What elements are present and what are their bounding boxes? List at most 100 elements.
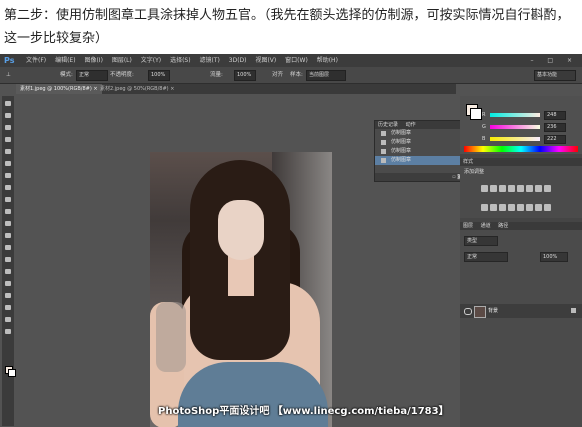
blue-label: B xyxy=(482,136,486,142)
posterize-icon[interactable] xyxy=(517,204,524,211)
workspace-select[interactable]: 基本功能 xyxy=(534,70,576,81)
history-panel-tabs: 历史记录 动作 xyxy=(375,121,467,129)
zoom-tool-icon[interactable] xyxy=(4,328,12,336)
layer-thumbnail xyxy=(474,306,486,318)
green-track[interactable] xyxy=(490,125,540,129)
lasso-tool-icon[interactable] xyxy=(4,124,12,132)
menu-file[interactable]: 文件(F) xyxy=(26,57,46,64)
brush-tool-icon[interactable] xyxy=(4,184,12,192)
lock-icon xyxy=(571,308,576,313)
pen-tool-icon[interactable] xyxy=(4,268,12,276)
menu-view[interactable]: 视图(V) xyxy=(255,57,276,64)
color-balance-icon[interactable] xyxy=(535,185,542,192)
history-item-label: 仿制图章 xyxy=(391,148,412,154)
adjustments-panel: 样式 添加调整 xyxy=(460,158,582,218)
tab-history[interactable]: 历史记录 xyxy=(378,122,398,128)
color-spectrum[interactable] xyxy=(464,146,578,152)
stamp-icon xyxy=(381,158,386,163)
menu-edit[interactable]: 编辑(E) xyxy=(55,57,75,64)
red-track[interactable] xyxy=(490,113,540,117)
flow-label: 流量: xyxy=(210,72,223,78)
healing-tool-icon[interactable] xyxy=(4,172,12,180)
layer-row-background[interactable]: 背景 xyxy=(460,304,582,318)
vibrance-icon[interactable] xyxy=(517,185,524,192)
clone-stamp-icon[interactable]: ⊥ xyxy=(6,67,11,83)
visibility-eye-icon[interactable] xyxy=(464,308,472,315)
eyedropper-tool-icon[interactable] xyxy=(4,160,12,168)
curves-icon[interactable] xyxy=(499,185,506,192)
photo-neck xyxy=(228,256,254,296)
path-select-tool-icon[interactable] xyxy=(4,292,12,300)
menu-help[interactable]: 帮助(H) xyxy=(317,57,338,64)
photo-filter-icon[interactable] xyxy=(481,204,488,211)
levels-icon[interactable] xyxy=(490,185,497,192)
threshold-icon[interactable] xyxy=(526,204,533,211)
hand-tool-icon[interactable] xyxy=(4,316,12,324)
tab-document-1[interactable]: 素材1.jpeg @ 100%(RGB/8#) × xyxy=(16,84,102,94)
adjustments-title: 添加调整 xyxy=(464,169,485,175)
hue-icon[interactable] xyxy=(526,185,533,192)
document-canvas[interactable] xyxy=(150,152,332,427)
history-brush-tool-icon[interactable] xyxy=(4,208,12,216)
menu-image[interactable]: 图像(I) xyxy=(84,57,102,64)
mode-select[interactable]: 正常 xyxy=(76,70,108,81)
adjustments-tab[interactable]: 样式 xyxy=(460,158,582,166)
tab-document-2[interactable]: 素材2.jpeg @ 50%(RGB/8#) × xyxy=(96,84,178,94)
bw-icon[interactable] xyxy=(544,185,551,192)
panel-background-swatch[interactable] xyxy=(470,108,482,120)
layer-kind-filter[interactable]: 类型 xyxy=(464,236,498,246)
history-footer-icons[interactable]: ▫ ◙ ▪ xyxy=(375,173,467,181)
history-item-label: 仿制图章 xyxy=(391,157,412,163)
layer-opacity-field[interactable]: 100% xyxy=(540,252,568,262)
menu-layer[interactable]: 图层(L) xyxy=(112,57,132,64)
opacity-field[interactable]: 100% xyxy=(148,70,170,81)
tab-paths[interactable]: 路径 xyxy=(498,223,508,229)
layers-panel-tabs: 图层 通道 路径 xyxy=(460,222,582,230)
dodge-tool-icon[interactable] xyxy=(4,256,12,264)
lookup-icon[interactable] xyxy=(499,204,506,211)
quick-select-tool-icon[interactable] xyxy=(4,136,12,144)
blue-track[interactable] xyxy=(490,137,540,141)
exposure-icon[interactable] xyxy=(508,185,515,192)
tab-actions[interactable]: 动作 xyxy=(406,122,416,128)
invert-icon[interactable] xyxy=(508,204,515,211)
channel-mixer-icon[interactable] xyxy=(490,204,497,211)
color-panel: R 248 G 236 B 222 xyxy=(460,96,582,154)
sample-select[interactable]: 当前图层 xyxy=(306,70,346,81)
history-item[interactable]: 仿制图章 xyxy=(375,129,467,138)
brightness-icon[interactable] xyxy=(481,185,488,192)
background-color-swatch[interactable] xyxy=(8,369,16,377)
green-value[interactable]: 236 xyxy=(544,123,566,132)
move-tool-icon[interactable] xyxy=(4,100,12,108)
mode-label: 模式: xyxy=(60,72,73,78)
blend-mode-select[interactable]: 正常 xyxy=(464,252,508,262)
aligned-checkbox[interactable]: 对齐 xyxy=(272,67,283,83)
menu-3d[interactable]: 3D(D) xyxy=(229,57,247,64)
gradient-map-icon[interactable] xyxy=(535,204,542,211)
blue-value[interactable]: 222 xyxy=(544,135,566,144)
tab-layers[interactable]: 图层 xyxy=(463,223,473,229)
flow-field[interactable]: 100% xyxy=(234,70,256,81)
ps-logo: Ps xyxy=(4,56,15,65)
selective-color-icon[interactable] xyxy=(544,204,551,211)
history-item[interactable]: 仿制图章 xyxy=(375,138,467,147)
red-value[interactable]: 248 xyxy=(544,111,566,120)
crop-tool-icon[interactable] xyxy=(4,148,12,156)
tools-panel xyxy=(2,96,16,426)
gradient-tool-icon[interactable] xyxy=(4,232,12,240)
blur-tool-icon[interactable] xyxy=(4,244,12,252)
tab-channels[interactable]: 通道 xyxy=(481,223,491,229)
menu-window[interactable]: 窗口(W) xyxy=(285,57,308,64)
shape-tool-icon[interactable] xyxy=(4,304,12,312)
history-item[interactable]: 仿制图章 xyxy=(375,147,467,156)
menu-type[interactable]: 文字(Y) xyxy=(141,57,161,64)
history-item-selected[interactable]: 仿制图章 xyxy=(375,156,467,165)
menu-filter[interactable]: 滤镜(T) xyxy=(200,57,220,64)
menu-select[interactable]: 选择(S) xyxy=(170,57,191,64)
clone-stamp-tool-icon[interactable] xyxy=(4,196,12,204)
window-controls[interactable]: – □ × xyxy=(530,54,578,67)
eraser-tool-icon[interactable] xyxy=(4,220,12,228)
type-tool-icon[interactable] xyxy=(4,280,12,288)
marquee-tool-icon[interactable] xyxy=(4,112,12,120)
stamp-icon xyxy=(381,140,386,145)
